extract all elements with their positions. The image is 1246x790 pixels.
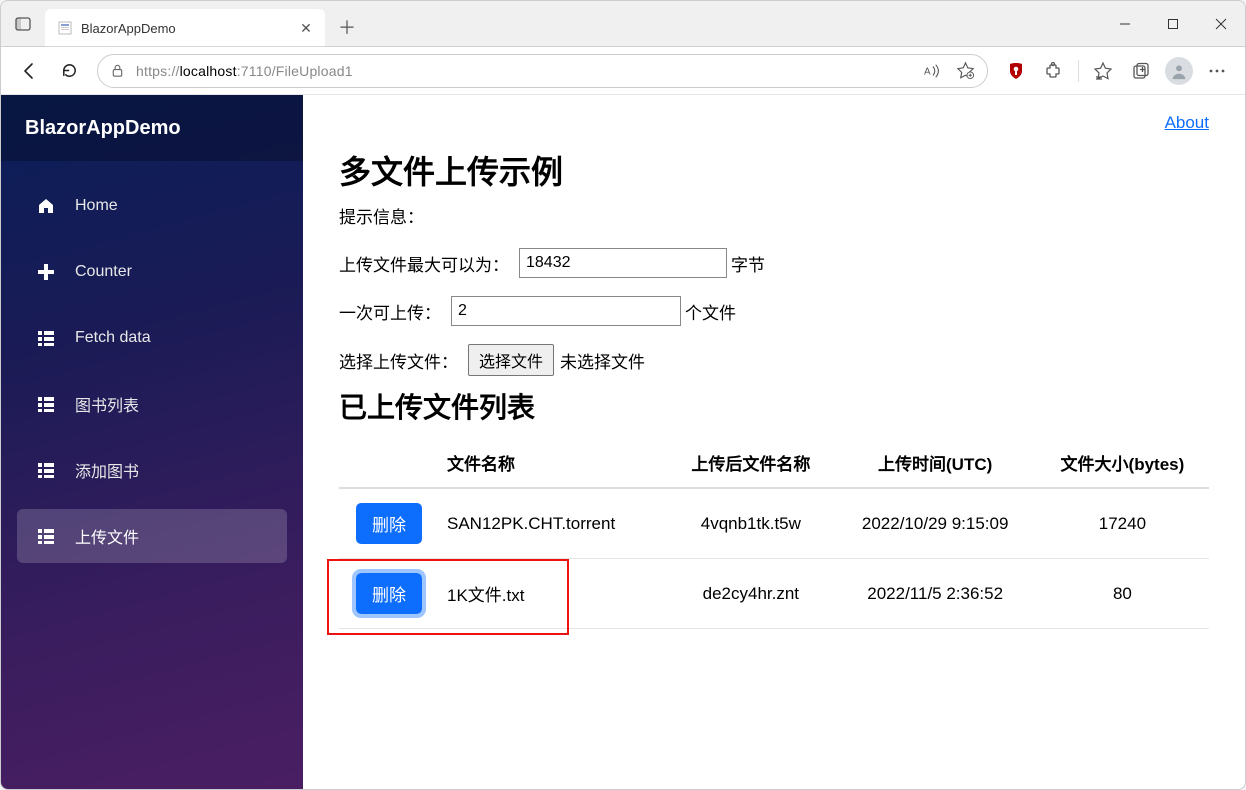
about-link[interactable]: About (1165, 113, 1209, 133)
url-text: https://localhost:7110/FileUpload1 (136, 63, 914, 79)
list-icon (35, 459, 57, 481)
favorite-star-icon[interactable] (956, 61, 975, 80)
list-heading: 已上传文件列表 (339, 386, 1209, 426)
cell-stored: de2cy4hr.znt (667, 559, 834, 629)
sidebar-item-addbook[interactable]: 添加图书 (17, 443, 287, 497)
delete-button[interactable]: 删除 (356, 573, 422, 614)
new-tab-button[interactable]: ＋ (329, 9, 365, 45)
sidebar-item-counter[interactable]: Counter (17, 245, 287, 299)
page-title: 多文件上传示例 (339, 147, 1209, 193)
col-stored: 上传后文件名称 (667, 438, 834, 488)
sidebar-item-label: 图书列表 (75, 392, 139, 416)
tab-title: BlazorAppDemo (81, 21, 297, 36)
back-button[interactable] (11, 53, 47, 89)
sidebar-item-label: Home (75, 197, 118, 215)
max-count-label: 一次可上传： (339, 299, 441, 324)
cell-name: 1K文件.txt (439, 559, 667, 629)
col-size: 文件大小(bytes) (1036, 438, 1209, 488)
refresh-button[interactable] (51, 53, 87, 89)
table-row: 删除 1K文件.txt de2cy4hr.znt 2022/11/5 2:36:… (339, 559, 1209, 629)
sidebar-item-label: Fetch data (75, 329, 151, 347)
profile-avatar[interactable] (1161, 53, 1197, 89)
sidebar-item-label: 添加图书 (75, 458, 139, 482)
lock-icon (110, 63, 126, 78)
max-size-input[interactable] (519, 248, 727, 278)
max-size-label: 上传文件最大可以为： (339, 251, 509, 276)
sidebar-item-home[interactable]: Home (17, 179, 287, 233)
max-count-input[interactable] (451, 296, 681, 326)
max-count-suffix: 个文件 (685, 299, 736, 324)
delete-button[interactable]: 删除 (356, 503, 422, 544)
cell-stored: 4vqnb1tk.t5w (667, 488, 834, 559)
extension-icon[interactable] (1036, 53, 1072, 89)
list-icon (35, 327, 57, 349)
more-menu-icon[interactable] (1199, 53, 1235, 89)
sidebar: BlazorAppDemo Home Counter (1, 95, 303, 789)
window-maximize-button[interactable] (1149, 1, 1197, 47)
window-minimize-button[interactable] (1101, 1, 1149, 47)
main-content: About 多文件上传示例 提示信息： 上传文件最大可以为： 字节 一次可上传：… (303, 95, 1245, 789)
cell-time: 2022/11/5 2:36:52 (834, 559, 1035, 629)
message-label: 提示信息： (339, 203, 1209, 228)
list-icon (35, 525, 57, 547)
titlebar: BlazorAppDemo ✕ ＋ (1, 1, 1245, 47)
cell-size: 17240 (1036, 488, 1209, 559)
collections-icon[interactable] (1123, 53, 1159, 89)
favorites-icon[interactable] (1085, 53, 1121, 89)
no-file-text: 未选择文件 (560, 348, 645, 373)
files-table: 文件名称 上传后文件名称 上传时间(UTC) 文件大小(bytes) 删除 SA… (339, 438, 1209, 629)
choose-file-button[interactable]: 选择文件 (468, 344, 554, 376)
sidebar-item-label: Counter (75, 263, 132, 281)
tab-close-icon[interactable]: ✕ (297, 19, 315, 37)
sidebar-item-upload[interactable]: 上传文件 (17, 509, 287, 563)
select-file-label: 选择上传文件： (339, 348, 458, 373)
browser-tab[interactable]: BlazorAppDemo ✕ (45, 9, 325, 47)
col-name: 文件名称 (439, 438, 667, 488)
max-size-suffix: 字节 (731, 251, 765, 276)
sidebar-item-booklist[interactable]: 图书列表 (17, 377, 287, 431)
list-icon (35, 393, 57, 415)
tab-favicon-icon (57, 20, 73, 36)
svg-text:A: A (924, 66, 931, 77)
ublock-icon[interactable] (998, 53, 1034, 89)
addressbar: https://localhost:7110/FileUpload1 A (1, 47, 1245, 95)
col-time: 上传时间(UTC) (834, 438, 1035, 488)
cell-time: 2022/10/29 9:15:09 (834, 488, 1035, 559)
cell-size: 80 (1036, 559, 1209, 629)
window-close-button[interactable] (1197, 1, 1245, 47)
home-icon (35, 195, 57, 217)
plus-icon (35, 261, 57, 283)
sidebar-item-label: 上传文件 (75, 524, 139, 548)
table-row: 删除 SAN12PK.CHT.torrent 4vqnb1tk.t5w 2022… (339, 488, 1209, 559)
sidebar-item-fetchdata[interactable]: Fetch data (17, 311, 287, 365)
col-action (339, 438, 439, 488)
url-field[interactable]: https://localhost:7110/FileUpload1 A (97, 54, 988, 88)
read-aloud-icon[interactable]: A (924, 62, 942, 80)
app-brand: BlazorAppDemo (1, 95, 303, 161)
tab-actions-icon[interactable] (1, 1, 45, 47)
cell-name: SAN12PK.CHT.torrent (439, 488, 667, 559)
